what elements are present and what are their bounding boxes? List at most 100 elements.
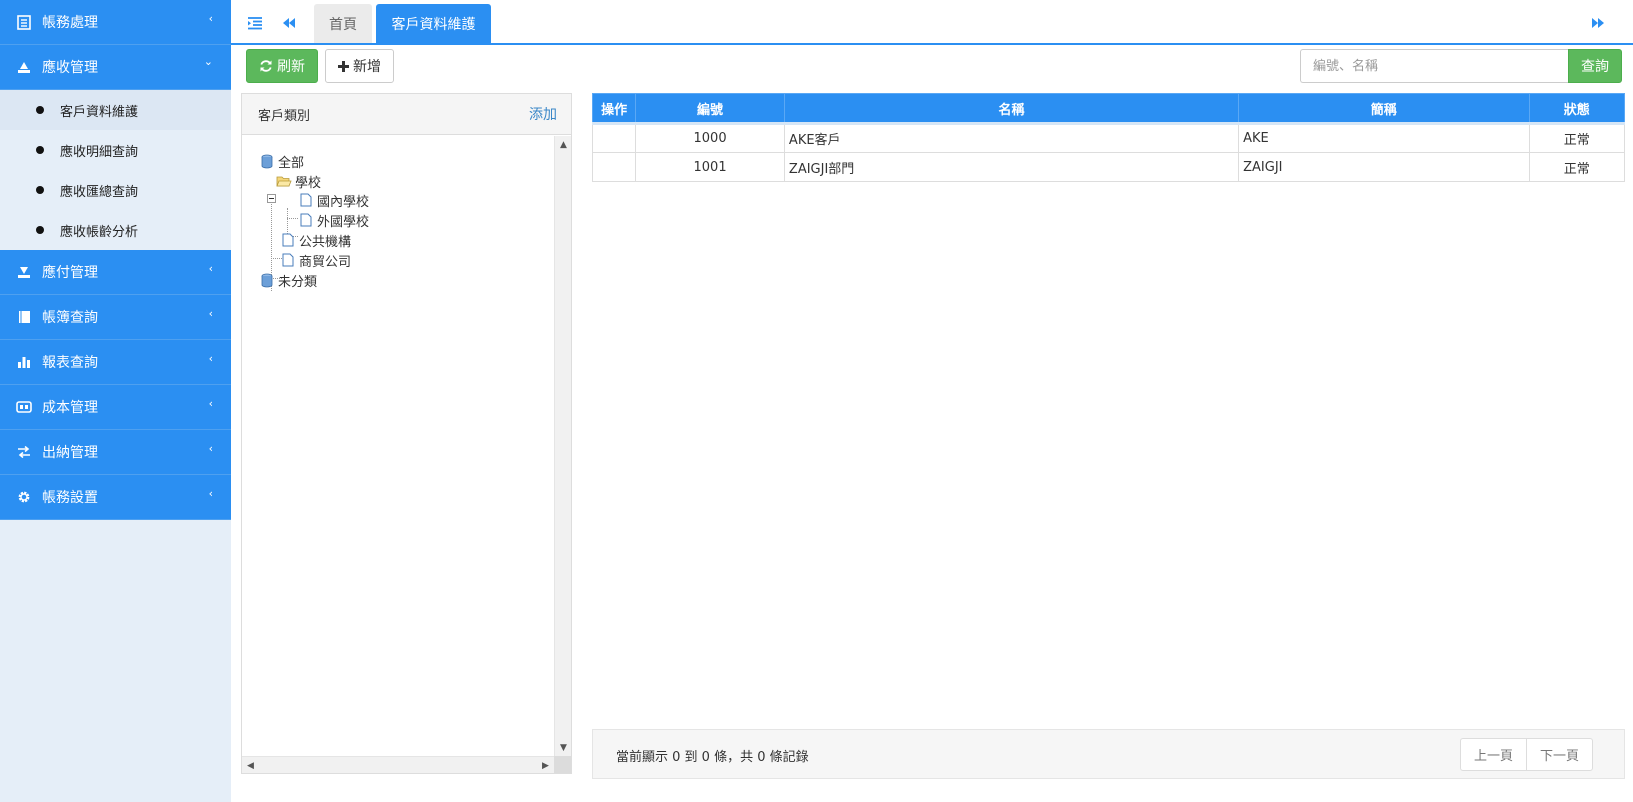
table-row[interactable]: 1001 ZAIGJI部門 ZAIGJI 正常 xyxy=(591,152,1626,182)
chevron-left-icon: ‹ xyxy=(208,307,213,320)
next-page-button[interactable]: 下一頁 xyxy=(1526,738,1593,771)
category-panel-title: 客戶類別 xyxy=(258,108,311,124)
tree-node-all[interactable]: 全部 xyxy=(259,151,304,171)
prev-page-label: 上一頁 xyxy=(1473,749,1513,764)
customer-table: 操作 編號 名稱 簡稱 狀態 1000 AKE客戶 AKE 正常 1001 ZA… xyxy=(591,93,1626,182)
sidebar-item-receivable[interactable]: 應收管理 ⌄ xyxy=(0,45,231,90)
cell-operation[interactable] xyxy=(591,152,637,182)
tree-node-domestic-school[interactable]: 國內學校 xyxy=(298,190,369,210)
sidebar-item-label: 出納管理 xyxy=(42,445,98,461)
scroll-down-icon[interactable]: ▼ xyxy=(555,739,572,756)
submenu-item-receivable-summary[interactable]: 應收匯總查詢 xyxy=(0,170,231,210)
column-header-abbreviation[interactable]: 簡稱 xyxy=(1238,93,1530,124)
tree-node-foreign-school[interactable]: 外國學校 xyxy=(298,210,369,230)
column-header-name[interactable]: 名稱 xyxy=(783,93,1240,124)
table-row[interactable]: 1000 AKE客戶 AKE 正常 xyxy=(591,122,1626,153)
tree-node-label: 全部 xyxy=(278,155,305,171)
tree-node-public-agency[interactable]: 公共機構 xyxy=(280,230,351,250)
category-tree: 全部 學校 國內學校 外國學校 公共機構 商貿公司 未分類 xyxy=(242,136,554,756)
scroll-tabs-right-icon[interactable] xyxy=(1588,13,1608,33)
sidebar-item-label: 報表查詢 xyxy=(42,355,98,371)
scroll-left-icon[interactable]: ◀ xyxy=(242,757,259,774)
folder-open-icon xyxy=(276,173,292,189)
scroll-tabs-left-icon[interactable] xyxy=(279,13,299,33)
sidebar-item-accounting[interactable]: 帳務處理 ‹ xyxy=(0,0,231,45)
refresh-label: 刷新 xyxy=(277,59,305,75)
document-icon xyxy=(298,192,314,208)
list-icon xyxy=(16,14,32,30)
customer-category-panel: 客戶類別 添加 全部 學校 國內學校 外國學校 公共機構 商貿公司 未分類 ▲ … xyxy=(241,93,572,774)
sidebar-item-label: 帳務設置 xyxy=(42,490,98,506)
cell-abbreviation: ZAIGJI xyxy=(1238,152,1530,182)
top-bar: 首頁 客戶資料維護 xyxy=(231,0,1633,45)
chevron-down-icon: ⌄ xyxy=(203,55,213,68)
chevron-left-icon: ‹ xyxy=(208,397,213,410)
tree-connector xyxy=(287,218,298,219)
document-icon xyxy=(280,252,296,268)
database-icon xyxy=(259,272,275,288)
chevron-left-icon: ‹ xyxy=(208,442,213,455)
tab-home[interactable]: 首頁 xyxy=(314,4,372,43)
document-icon xyxy=(280,232,296,248)
tree-node-school[interactable]: 學校 xyxy=(276,171,321,191)
tab-label: 客戶資料維護 xyxy=(391,16,476,33)
tree-node-label: 商貿公司 xyxy=(299,254,352,270)
tree-node-label: 外國學校 xyxy=(317,214,370,230)
sidebar-item-cost[interactable]: 成本管理 ‹ xyxy=(0,385,231,430)
add-button[interactable]: 新增 xyxy=(325,49,394,83)
sidebar-item-ledger[interactable]: 帳簿查詢 ‹ xyxy=(0,295,231,340)
scroll-up-icon[interactable]: ▲ xyxy=(555,136,572,153)
bullet-icon xyxy=(36,106,44,114)
sidebar: 帳務處理 ‹ 應收管理 ⌄ 客戶資料維護 應收明細查詢 應收匯總查詢 應收帳齡分… xyxy=(0,0,231,802)
payable-icon xyxy=(16,264,32,280)
tab-label: 首頁 xyxy=(329,16,357,33)
submenu-item-customer-maintenance[interactable]: 客戶資料維護 xyxy=(0,90,231,130)
tab-customer-maintenance[interactable]: 客戶資料維護 xyxy=(376,4,491,43)
chevron-left-icon: ‹ xyxy=(208,487,213,500)
sidebar-item-label: 成本管理 xyxy=(42,400,98,416)
sidebar-item-label: 帳簿查詢 xyxy=(42,310,98,326)
column-header-code[interactable]: 編號 xyxy=(635,93,785,124)
category-panel-header: 客戶類別 添加 xyxy=(242,94,571,135)
chevron-left-icon: ‹ xyxy=(208,262,213,275)
vertical-scrollbar[interactable]: ▲ ▼ xyxy=(554,136,571,756)
submenu-item-receivable-aging[interactable]: 應收帳齡分析 xyxy=(0,210,231,250)
submenu-item-label: 應收帳齡分析 xyxy=(60,224,139,240)
sidebar-item-payable[interactable]: 應付管理 ‹ xyxy=(0,250,231,295)
submenu-item-receivable-detail[interactable]: 應收明細查詢 xyxy=(0,130,231,170)
sidebar-item-label: 應收管理 xyxy=(42,60,98,76)
bullet-icon xyxy=(36,186,44,194)
next-page-label: 下一頁 xyxy=(1539,749,1579,764)
exchange-icon xyxy=(16,444,32,460)
tree-node-trading-company[interactable]: 商貿公司 xyxy=(280,250,351,270)
pagination-info: 當前顯示 0 到 0 條，共 0 條記錄 xyxy=(616,750,809,765)
cell-operation[interactable] xyxy=(591,122,637,153)
scroll-right-icon[interactable]: ▶ xyxy=(537,757,554,774)
receivable-icon xyxy=(16,59,32,75)
sidebar-item-label: 帳務處理 xyxy=(42,15,98,31)
document-icon xyxy=(298,212,314,228)
add-category-link[interactable]: 添加 xyxy=(529,104,557,124)
collapse-toggle-icon[interactable] xyxy=(267,194,276,203)
cell-status: 正常 xyxy=(1528,122,1626,153)
sidebar-item-reports[interactable]: 報表查詢 ‹ xyxy=(0,340,231,385)
tree-node-label: 國內學校 xyxy=(317,194,370,210)
horizontal-scrollbar[interactable]: ◀ ▶ xyxy=(242,756,554,773)
add-label: 新增 xyxy=(353,59,381,75)
sidebar-item-cashier[interactable]: 出納管理 ‹ xyxy=(0,430,231,475)
column-header-status[interactable]: 狀態 xyxy=(1528,93,1626,124)
submenu-item-label: 客戶資料維護 xyxy=(60,104,139,120)
toggle-sidebar-icon[interactable] xyxy=(245,13,265,33)
prev-page-button[interactable]: 上一頁 xyxy=(1460,738,1527,771)
bullet-icon xyxy=(36,146,44,154)
search-button[interactable]: 查詢 xyxy=(1568,49,1622,83)
sidebar-item-settings[interactable]: 帳務設置 ‹ xyxy=(0,475,231,520)
tree-node-label: 學校 xyxy=(295,175,322,191)
cell-name: ZAIGJI部門 xyxy=(783,152,1240,182)
refresh-button[interactable]: 刷新 xyxy=(246,49,318,83)
chevron-left-icon: ‹ xyxy=(208,12,213,25)
search-input[interactable] xyxy=(1300,49,1568,83)
plus-icon xyxy=(338,60,349,72)
column-header-operation[interactable]: 操作 xyxy=(591,93,637,124)
tree-node-uncategorized[interactable]: 未分類 xyxy=(259,270,317,290)
